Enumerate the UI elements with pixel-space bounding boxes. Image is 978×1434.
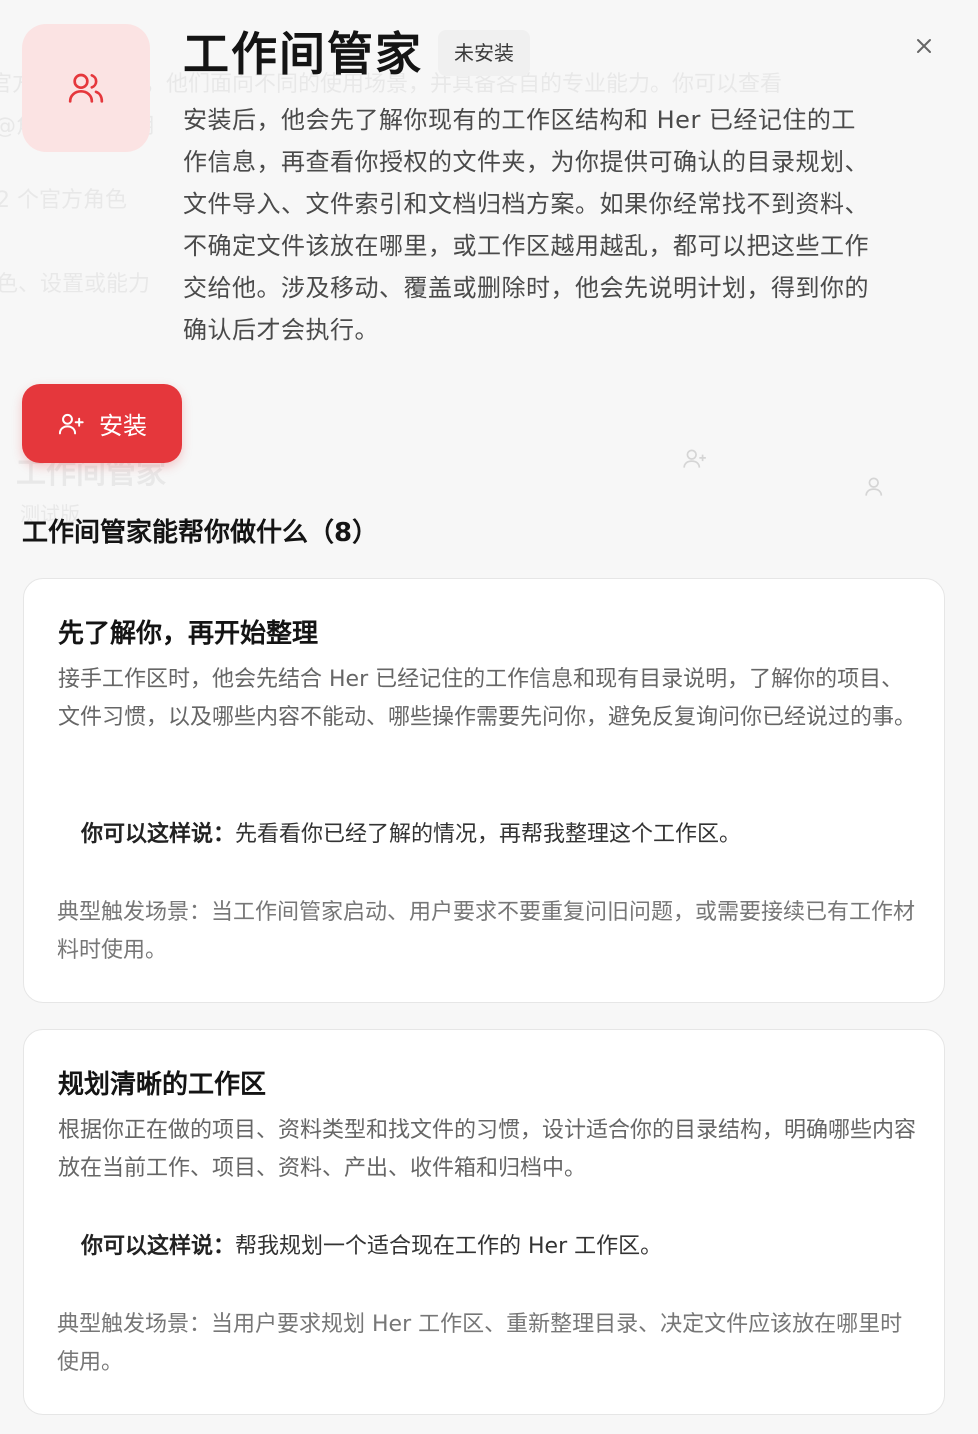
- card-example-say: 你可以这样说：帮我规划一个适合现在工作的 Her 工作区。: [81, 1228, 662, 1266]
- background-text: 2 个官方角色: [0, 188, 127, 213]
- role-description: 安装后，他会先了解你现有的工作区结构和 Her 已经记住的工作信息，再查看你授权…: [183, 106, 869, 344]
- say-label: 你可以这样说：: [81, 1234, 236, 1259]
- card-example-say: 你可以这样说：先看看你已经了解的情况，再帮我整理这个工作区。: [81, 816, 741, 854]
- install-button-label: 安装: [99, 412, 147, 440]
- background-text: 色、设置或能力: [0, 272, 151, 297]
- say-label: 你可以这样说：: [81, 822, 236, 847]
- card-title: 规划清晰的工作区: [58, 1070, 267, 1100]
- section-title: 工作间管家能帮你做什么（8）: [22, 518, 379, 548]
- install-button[interactable]: 安装: [22, 384, 182, 463]
- say-text: 先看看你已经了解的情况，再帮我整理这个工作区。: [235, 822, 742, 847]
- card-description: 根据你正在做的项目、资料类型和找文件的习惯，设计适合你的目录结构，明确哪些内容放…: [58, 1118, 917, 1181]
- card-trigger: 典型触发场景：当用户要求规划 Her 工作区、重新整理目录、决定文件应该放在哪里…: [57, 1312, 903, 1375]
- card-description: 接手工作区时，他会先结合 Her 已经记住的工作信息和现有目录说明，了解你的项目…: [58, 667, 917, 730]
- role-detail-page: 官方设定的角色，他们面向不同的使用场景，并具备各自的专业能力。你可以查看 @角色…: [0, 0, 978, 1434]
- users-icon: [865, 477, 883, 496]
- say-text: 帮我规划一个适合现在工作的 Her 工作区。: [235, 1234, 663, 1259]
- close-icon: [917, 39, 931, 53]
- status-badge: 未安装: [438, 30, 530, 76]
- page-title: 工作间管家: [183, 27, 423, 81]
- user-plus-icon: [58, 413, 84, 434]
- users-icon: [68, 73, 104, 103]
- card-trigger: 典型触发场景：当工作间管家启动、用户要求不要重复问旧问题，或需要接续已有工作材料…: [57, 900, 916, 963]
- user-plus-icon: [683, 449, 706, 468]
- card-title: 先了解你，再开始整理: [58, 619, 319, 649]
- role-avatar: [22, 24, 150, 152]
- close-button[interactable]: [908, 30, 940, 62]
